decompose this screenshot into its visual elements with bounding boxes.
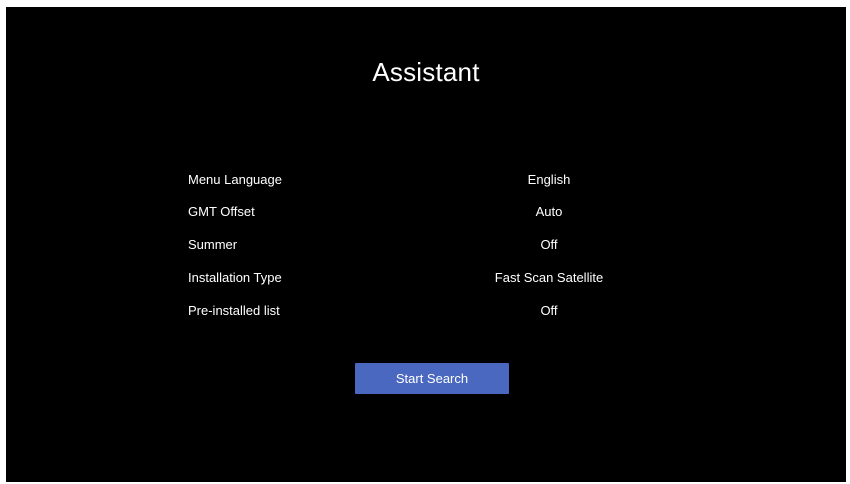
setting-label: GMT Offset [188,204,255,219]
setting-row-gmt-offset[interactable]: GMT Offset Auto [6,204,846,226]
setting-row-menu-language[interactable]: Menu Language English [6,172,846,194]
setting-label: Pre-installed list [188,303,280,318]
setting-label: Menu Language [188,172,282,187]
setting-value[interactable]: Auto [468,204,630,219]
setting-value[interactable]: Fast Scan Satellite [468,270,630,285]
setting-row-installation-type[interactable]: Installation Type Fast Scan Satellite [6,270,846,292]
setting-label: Installation Type [188,270,282,285]
start-search-button[interactable]: Start Search [355,363,509,394]
setting-value[interactable]: English [468,172,630,187]
setting-value[interactable]: Off [468,237,630,252]
setting-label: Summer [188,237,238,252]
setting-value[interactable]: Off [468,303,630,318]
assistant-screen: Assistant Menu Language English GMT Offs… [6,7,846,482]
setting-row-summer[interactable]: Summer Off [6,237,846,259]
setting-row-pre-installed-list[interactable]: Pre-installed list Off [6,303,846,325]
page-title: Assistant [372,57,480,87]
